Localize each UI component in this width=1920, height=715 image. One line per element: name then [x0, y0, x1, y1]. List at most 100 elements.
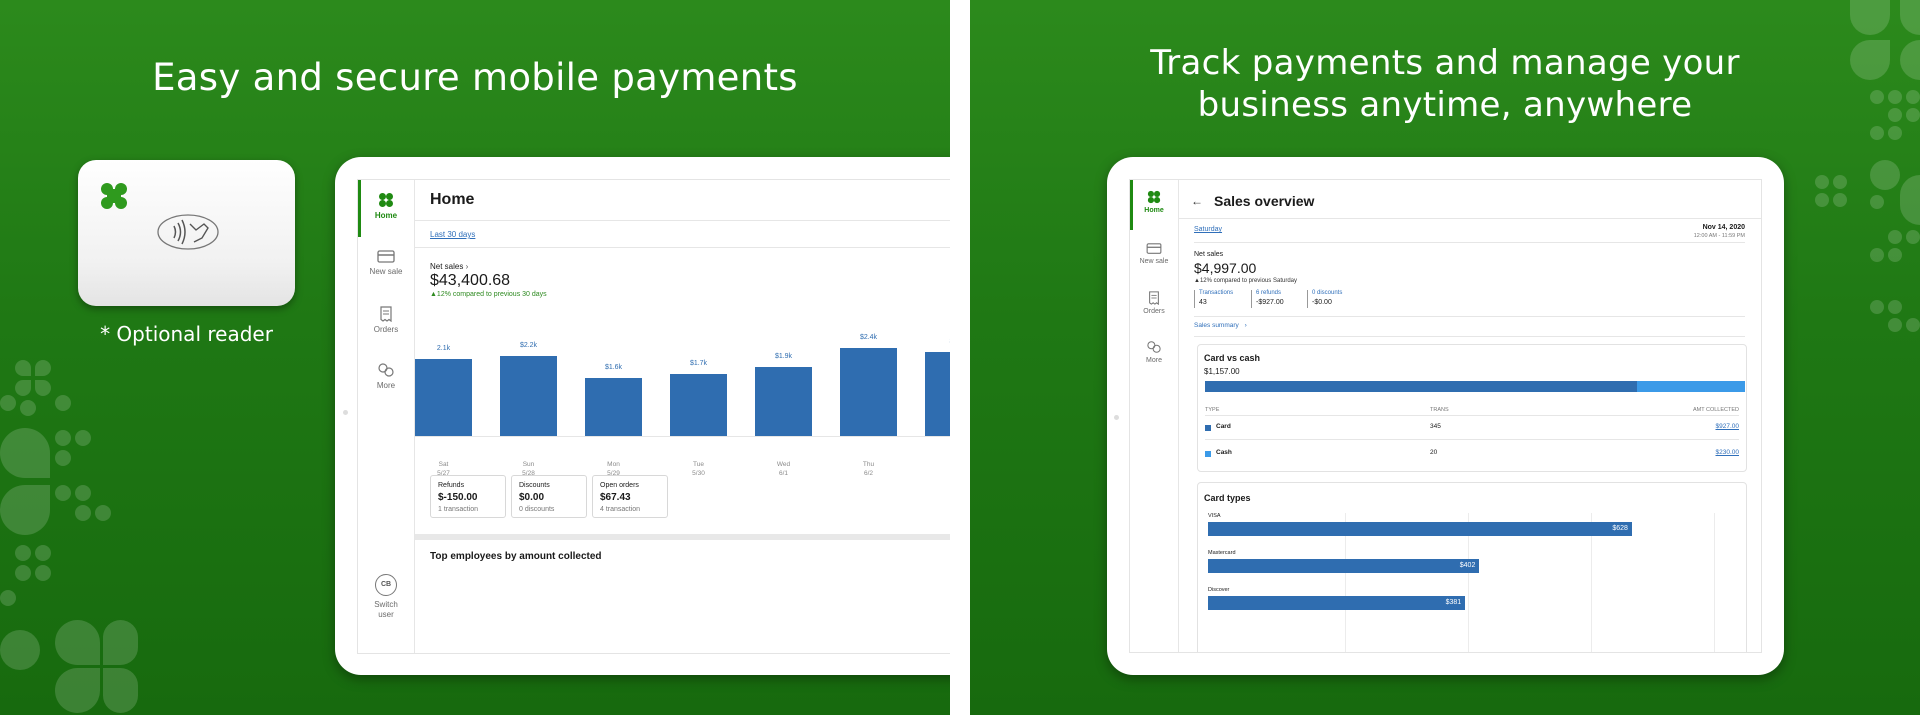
tablet-screen: Home New sale Orders: [1129, 179, 1762, 653]
metric-transactions[interactable]: Transactions 43: [1194, 290, 1250, 308]
nav-item-more[interactable]: More: [1130, 340, 1178, 364]
stat-refunds[interactable]: Refunds $-150.00 1 transaction: [430, 475, 506, 518]
tablet-frame: Home New sale Orders: [1107, 157, 1784, 675]
nav-label: Orders: [1143, 308, 1165, 315]
table-row: Cash 20 $230.00: [1205, 445, 1739, 465]
table-header-divider: [1205, 415, 1739, 416]
card-vs-cash-bar: [1205, 381, 1745, 392]
x-axis-label: Thu 6/2: [840, 460, 897, 478]
contactless-tap-icon: [157, 214, 219, 250]
more-icon: [378, 363, 394, 377]
chart-bar[interactable]: [415, 359, 472, 436]
chart-bar[interactable]: [925, 352, 950, 436]
chart-bar[interactable]: [755, 366, 812, 436]
stat-sub: 4 transaction: [600, 506, 641, 513]
tablet-camera: [1114, 415, 1119, 420]
metric-label: 6 refunds: [1256, 290, 1282, 296]
nav-item-more[interactable]: More: [358, 362, 414, 390]
summary-divider: [1194, 336, 1745, 337]
nav-label: New sale: [1139, 258, 1169, 265]
headline: Track payments and manage your business …: [1150, 43, 1740, 125]
stat-discounts[interactable]: Discounts $0.00 0 discounts: [511, 475, 587, 518]
header-divider: [1179, 218, 1761, 219]
chevron-right-icon: ›: [1244, 322, 1247, 329]
metric-value: -$0.00: [1312, 299, 1332, 306]
net-sales-label-text: Net sales: [430, 262, 464, 271]
stat-open-orders[interactable]: Open orders $67.43 4 transaction: [592, 475, 668, 518]
page-title: Home: [430, 191, 475, 208]
nav-item-new-sale[interactable]: New sale: [358, 250, 414, 276]
stat-value: $67.43: [600, 492, 631, 503]
chart-baseline: [415, 436, 950, 437]
clover-logo-icon: [101, 183, 127, 209]
table-row: Card 345 $927.00: [1205, 419, 1739, 439]
clover-pattern-decoration: [0, 350, 140, 715]
chart-bar[interactable]: [840, 348, 897, 436]
row-amount-link[interactable]: $927.00: [1716, 423, 1740, 430]
card-types-title: Card types: [1204, 493, 1251, 503]
date-divider: [1194, 242, 1745, 243]
legend-swatch-cash: [1205, 451, 1211, 457]
card-type-name: Discover: [1208, 587, 1230, 593]
x-axis-label: Wed 6/1: [755, 460, 812, 478]
more-icon: [1147, 341, 1161, 353]
x-axis-date: 6/1: [778, 470, 789, 477]
x-axis-day: F: [925, 460, 950, 469]
card-icon: [377, 250, 395, 263]
chart-bar[interactable]: [670, 373, 727, 436]
nav-item-home[interactable]: Home: [1130, 190, 1178, 214]
card-type-bar[interactable]: [1208, 596, 1466, 610]
card-type-bar[interactable]: [1208, 522, 1632, 536]
nav-item-orders[interactable]: Orders: [1130, 291, 1178, 315]
column-header-amount: AMT COLLECTED: [1692, 407, 1739, 413]
metric-refunds[interactable]: 6 refunds -$927.00: [1251, 290, 1307, 308]
section-divider: [415, 534, 950, 540]
net-sales-label[interactable]: Net sales ›: [430, 262, 468, 271]
comparison-text: ▲12% compared to previous Saturday: [1194, 278, 1297, 284]
nav-item-orders[interactable]: Orders: [358, 306, 414, 334]
nav-item-new-sale[interactable]: New sale: [1130, 243, 1178, 265]
stat-title: Discounts: [519, 482, 550, 489]
receipt-icon: [380, 306, 392, 322]
sales-summary-label: Sales summary: [1194, 322, 1239, 329]
switch-user-button[interactable]: CB Switch user: [358, 574, 414, 620]
bar-value-label: $2: [925, 338, 951, 345]
metric-label: Transactions: [1199, 290, 1234, 296]
card-type-name: Mastercard: [1208, 550, 1236, 556]
x-axis-date: 5/30: [692, 470, 705, 477]
back-arrow-icon[interactable]: ←: [1191, 194, 1203, 208]
page-title: Sales overview: [1214, 193, 1315, 209]
date-range-link[interactable]: Last 30 days: [430, 230, 475, 239]
stat-title: Refunds: [438, 482, 465, 489]
nav-item-home[interactable]: Home: [358, 192, 414, 220]
tablet-camera: [343, 410, 348, 415]
stat-sub: 1 transaction: [438, 506, 479, 513]
headline: Easy and secure mobile payments: [152, 56, 798, 99]
chart-bar[interactable]: [500, 355, 557, 436]
metric-discounts[interactable]: 0 discounts -$0.00: [1307, 290, 1363, 308]
card-type-value: $628: [1612, 525, 1628, 532]
card-type-bar[interactable]: [1208, 559, 1480, 573]
day-link[interactable]: Saturday: [1194, 226, 1222, 233]
bar-value-label: $1.7k: [689, 359, 708, 367]
metric-value: -$927.00: [1256, 299, 1284, 306]
top-employees-title: Top employees by amount collected: [430, 551, 602, 562]
stat-sub: 0 discounts: [519, 506, 555, 513]
stat-value: $0.00: [519, 492, 545, 503]
sales-summary-link[interactable]: Sales summary ›: [1194, 322, 1247, 329]
receipt-icon: [1149, 291, 1159, 305]
report-date: Nov 14, 2020: [1702, 224, 1745, 231]
bar-value-label: 2.1k: [436, 345, 451, 353]
chart-bar[interactable]: [585, 377, 642, 436]
sidebar-nav: Home New sale Orders: [358, 180, 415, 653]
card-types-bar-chart: VISA $628 Mastercard $402 Discover $381: [1208, 513, 1700, 652]
card-types-panel: Card types VISA $628 Mastercard $402 Discove…: [1197, 482, 1747, 652]
net-sales-bar-chart: 2.1k Sat 5/27 $2.2k Sun 5/28 $1.6k Mon 5/29 $1.7k…: [415, 300, 951, 477]
nav-label: Orders: [373, 325, 399, 334]
row-divider: [1205, 439, 1739, 440]
clover-logo-icon: [1147, 190, 1161, 204]
header-divider: [415, 220, 950, 221]
x-axis-day: Tue: [693, 461, 704, 468]
row-amount-link[interactable]: $230.00: [1716, 449, 1740, 456]
row-type: Card: [1216, 423, 1231, 430]
